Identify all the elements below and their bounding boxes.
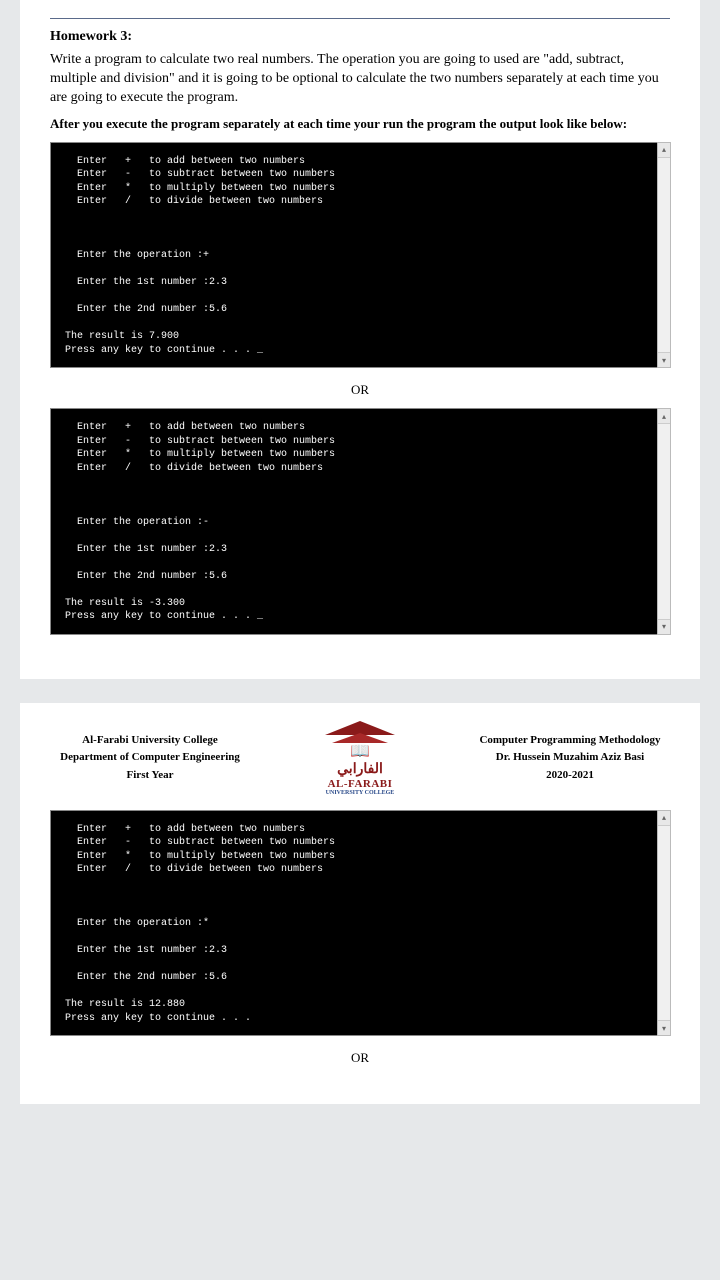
console-text: Enter + to add between two numbers Enter…: [50, 408, 670, 635]
scrollbar[interactable]: ▴ ▾: [657, 142, 671, 369]
scrollbar[interactable]: ▴ ▾: [657, 408, 671, 635]
console-menu: Enter + to add between two numbers Enter…: [65, 156, 335, 208]
homework-title: Homework 3:: [50, 29, 670, 45]
console-output-multiply: Enter + to add between two numbers Enter…: [50, 810, 670, 1037]
homework-note: After you execute the program separately…: [50, 116, 670, 132]
console-result-line: The result is 12.880: [65, 999, 185, 1010]
scroll-down-icon[interactable]: ▾: [658, 352, 670, 367]
scroll-up-icon[interactable]: ▴: [658, 811, 670, 826]
scroll-up-icon[interactable]: ▴: [658, 409, 670, 424]
logo-icon: 📖: [325, 721, 395, 761]
console-press-line: Press any key to continue . . . _: [65, 345, 263, 356]
scroll-down-icon[interactable]: ▾: [658, 619, 670, 634]
year-label: First Year: [50, 767, 250, 785]
page-header: Al-Farabi University College Department …: [50, 721, 670, 796]
logo-name-text: AL-FARABI: [305, 778, 415, 790]
console-n2-line: Enter the 2nd number :5.6: [77, 571, 227, 582]
console-n1-line: Enter the 1st number :2.3: [77, 277, 227, 288]
header-right: Computer Programming Methodology Dr. Hus…: [470, 732, 670, 785]
console-n2-line: Enter the 2nd number :5.6: [77, 304, 227, 315]
console-press-line: Press any key to continue . . . _: [65, 611, 263, 622]
or-separator: OR: [50, 382, 670, 398]
console-n1-line: Enter the 1st number :2.3: [77, 544, 227, 555]
console-output-subtract: Enter + to add between two numbers Enter…: [50, 408, 670, 635]
scroll-up-icon[interactable]: ▴: [658, 143, 670, 158]
document-page-1: Homework 3: Write a program to calculate…: [20, 0, 700, 679]
logo-sub-text: UNIVERSITY COLLEGE: [305, 790, 415, 796]
console-op-line: Enter the operation :-: [77, 517, 209, 528]
divider: [50, 18, 670, 19]
or-separator: OR: [50, 1050, 670, 1066]
homework-description: Write a program to calculate two real nu…: [50, 51, 670, 108]
course-name: Computer Programming Methodology: [470, 732, 670, 750]
header-left: Al-Farabi University College Department …: [50, 732, 250, 785]
department-name: Department of Computer Engineering: [50, 749, 250, 767]
console-text: Enter + to add between two numbers Enter…: [50, 142, 670, 369]
console-n2-line: Enter the 2nd number :5.6: [77, 972, 227, 983]
console-menu: Enter + to add between two numbers Enter…: [65, 824, 335, 876]
console-result-line: The result is 7.900: [65, 331, 179, 342]
instructor-name: Dr. Hussein Muzahim Aziz Basi: [470, 749, 670, 767]
academic-year: 2020-2021: [470, 767, 670, 785]
scrollbar[interactable]: ▴ ▾: [657, 810, 671, 1037]
console-result-line: The result is -3.300: [65, 598, 185, 609]
console-menu: Enter + to add between two numbers Enter…: [65, 422, 335, 474]
console-n1-line: Enter the 1st number :2.3: [77, 945, 227, 956]
console-output-add: Enter + to add between two numbers Enter…: [50, 142, 670, 369]
console-press-line: Press any key to continue . . .: [65, 1013, 251, 1024]
college-name: Al-Farabi University College: [50, 732, 250, 750]
college-logo: 📖 الفارابي AL-FARABI UNIVERSITY COLLEGE: [305, 721, 415, 796]
console-op-line: Enter the operation :*: [77, 918, 209, 929]
console-text: Enter + to add between two numbers Enter…: [50, 810, 670, 1037]
scroll-down-icon[interactable]: ▾: [658, 1020, 670, 1035]
book-icon: 📖: [325, 741, 395, 761]
document-page-2: Al-Farabi University College Department …: [20, 703, 700, 1105]
console-op-line: Enter the operation :+: [77, 250, 209, 261]
logo-arabic-text: الفارابي: [305, 761, 415, 778]
